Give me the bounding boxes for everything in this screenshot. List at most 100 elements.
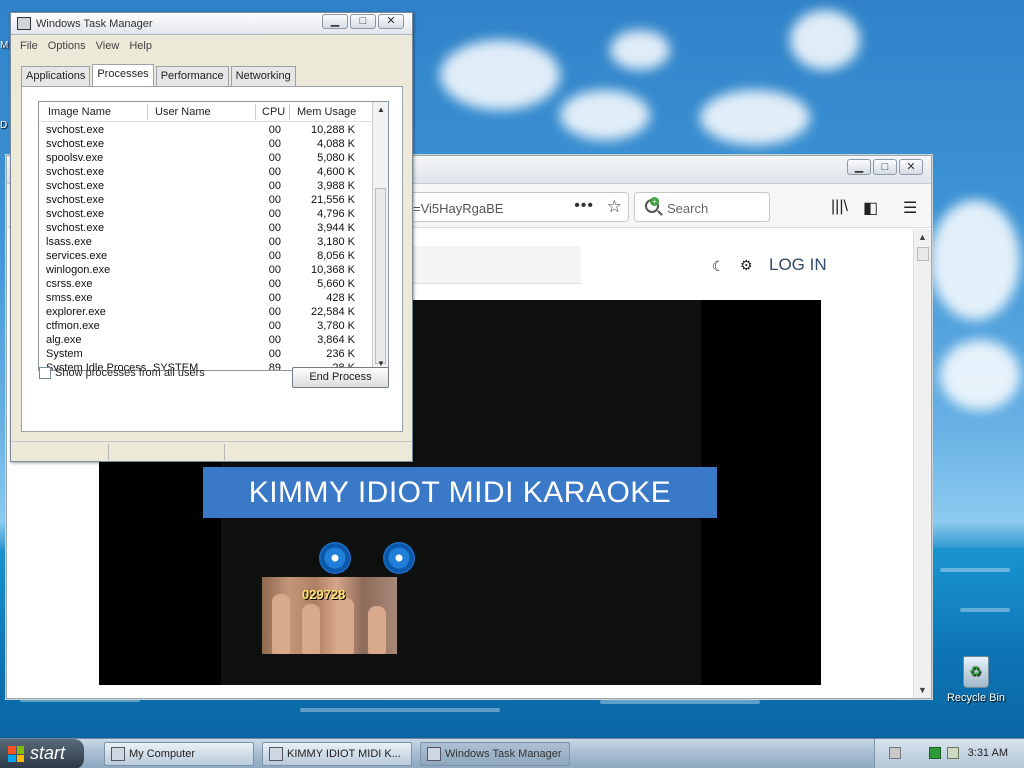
settings-icon[interactable]: ⚙ <box>740 257 753 274</box>
table-row[interactable]: explorer.exe 00 22,584 K <box>39 306 372 320</box>
page-actions-icon[interactable]: ••• <box>574 197 594 215</box>
disc-icon <box>319 542 351 574</box>
scroll-up-icon[interactable]: ▲ <box>918 232 927 242</box>
column-user-name[interactable]: User Name <box>155 106 211 118</box>
scroll-up-icon[interactable]: ▲ <box>377 105 385 114</box>
column-image-name[interactable]: Image Name <box>48 106 111 118</box>
column-mem-usage[interactable]: Mem Usage <box>297 106 356 118</box>
bookmark-star-icon[interactable]: ☆ <box>607 197 622 217</box>
table-row[interactable]: winlogon.exe 00 10,368 K <box>39 264 372 278</box>
task-manager-icon <box>17 17 31 30</box>
table-row[interactable]: svchost.exe 00 4,600 K <box>39 166 372 180</box>
browser-icon <box>269 747 283 761</box>
processes-panel: Image Name User Name CPU Mem Usage svcho… <box>21 86 403 432</box>
close-button[interactable]: ✕ <box>899 159 923 175</box>
task-manager-tray-icon[interactable] <box>929 747 941 759</box>
process-cpu: 00 <box>268 180 281 192</box>
minimize-button[interactable]: ▁ <box>322 14 348 29</box>
process-mem: 22,584 K <box>310 306 355 318</box>
table-row[interactable]: svchost.exe 00 10,288 K <box>39 124 372 138</box>
process-mem: 4,600 K <box>317 166 355 178</box>
network-icon[interactable] <box>947 747 959 759</box>
process-name: smss.exe <box>46 292 93 304</box>
search-input[interactable]: + Search <box>634 192 770 222</box>
tab-applications[interactable]: Applications <box>21 66 91 86</box>
computer-icon <box>111 747 125 761</box>
tab-networking[interactable]: Networking <box>230 66 296 86</box>
table-row[interactable]: svchost.exe 00 4,088 K <box>39 138 372 152</box>
process-cpu: 00 <box>268 306 281 318</box>
menu-file[interactable]: File <box>15 35 43 57</box>
process-name: services.exe <box>46 250 108 262</box>
recycle-bin-icon <box>963 656 989 688</box>
show-all-users-label: Show processes from all users <box>55 367 205 379</box>
taskbar-item-my-computer[interactable]: My Computer <box>104 742 254 766</box>
table-row[interactable]: csrss.exe 00 5,660 K <box>39 278 372 292</box>
tab-processes[interactable]: Processes <box>92 64 154 86</box>
process-cpu: 00 <box>268 222 281 234</box>
table-row[interactable]: System 00 236 K <box>39 348 372 362</box>
checkbox-box[interactable] <box>39 367 51 379</box>
recycle-bin[interactable]: Recycle Bin <box>944 656 1008 704</box>
table-row[interactable]: services.exe 00 8,056 K <box>39 250 372 264</box>
show-all-users-checkbox[interactable]: Show processes from all users <box>39 367 205 379</box>
process-name: lsass.exe <box>46 236 92 248</box>
table-row[interactable]: spoolsv.exe 00 5,080 K <box>39 152 372 166</box>
task-manager-window: Windows Task Manager ▁ □ ✕ File Options … <box>10 12 413 462</box>
process-mem: 5,660 K <box>317 278 355 290</box>
maximize-button[interactable]: □ <box>873 159 897 175</box>
end-process-button[interactable]: End Process <box>292 367 389 388</box>
page-scrollbar[interactable]: ▲ ▼ <box>913 229 931 698</box>
process-list[interactable]: Image Name User Name CPU Mem Usage svcho… <box>38 101 389 371</box>
process-name: winlogon.exe <box>46 264 111 276</box>
process-list-scrollbar[interactable]: ▲ ▼ <box>372 102 388 370</box>
menu-help[interactable]: Help <box>124 35 157 57</box>
minimize-button[interactable]: ▁ <box>847 159 871 175</box>
process-mem: 10,288 K <box>310 124 355 136</box>
login-link[interactable]: LOG IN <box>769 255 827 275</box>
process-mem: 3,944 K <box>317 222 355 234</box>
menu-options[interactable]: Options <box>43 35 91 57</box>
process-cpu: 00 <box>268 264 281 276</box>
table-row[interactable]: svchost.exe 00 3,988 K <box>39 180 372 194</box>
address-bar[interactable]: =Vi5HayRgaBE ••• ☆ <box>403 192 629 222</box>
tab-performance[interactable]: Performance <box>155 66 229 86</box>
scroll-thumb[interactable] <box>917 247 929 261</box>
tab-bar: Applications Processes Performance Netwo… <box>21 64 298 86</box>
table-row[interactable]: svchost.exe 00 3,944 K <box>39 222 372 236</box>
taskbar-item-browser[interactable]: KIMMY IDIOT MIDI K... <box>262 742 412 766</box>
column-cpu[interactable]: CPU <box>262 106 285 118</box>
table-row[interactable]: ctfmon.exe 00 3,780 K <box>39 320 372 334</box>
table-row[interactable]: lsass.exe 00 3,180 K <box>39 236 372 250</box>
process-cpu: 00 <box>268 250 281 262</box>
menu-icon[interactable]: ☰ <box>903 198 917 218</box>
dark-mode-icon[interactable]: ☾ <box>712 258 725 275</box>
process-mem: 3,780 K <box>317 320 355 332</box>
process-mem: 3,180 K <box>317 236 355 248</box>
table-row[interactable]: svchost.exe 00 4,796 K <box>39 208 372 222</box>
task-manager-titlebar[interactable]: Windows Task Manager ▁ □ ✕ <box>11 13 412 35</box>
keyboard-icon[interactable] <box>889 747 901 759</box>
library-icon[interactable]: |||\ <box>831 198 848 216</box>
scroll-down-icon[interactable]: ▼ <box>918 685 927 695</box>
taskbar-item-label: My Computer <box>129 748 196 760</box>
url-text: =Vi5HayRgaBE <box>413 201 504 216</box>
start-button[interactable]: start <box>0 739 84 768</box>
process-cpu: 00 <box>268 278 281 290</box>
scroll-thumb[interactable] <box>375 188 386 364</box>
process-cpu: 00 <box>268 334 281 346</box>
process-cpu: 00 <box>268 320 281 332</box>
recycle-bin-label: Recycle Bin <box>946 692 1006 704</box>
maximize-button[interactable]: □ <box>350 14 376 29</box>
menu-view[interactable]: View <box>91 35 125 57</box>
process-name: System <box>46 348 83 360</box>
close-button[interactable]: ✕ <box>378 14 404 29</box>
site-search-strip[interactable] <box>407 246 581 284</box>
table-row[interactable]: smss.exe 00 428 K <box>39 292 372 306</box>
table-row[interactable]: alg.exe 00 3,864 K <box>39 334 372 348</box>
process-name: csrss.exe <box>46 278 93 290</box>
taskbar-item-task-manager[interactable]: Windows Task Manager <box>420 742 570 766</box>
table-row[interactable]: svchost.exe 00 21,556 K <box>39 194 372 208</box>
sidebar-icon[interactable]: ◧ <box>863 198 878 218</box>
desktop-icon-label-stub: M <box>0 40 9 51</box>
